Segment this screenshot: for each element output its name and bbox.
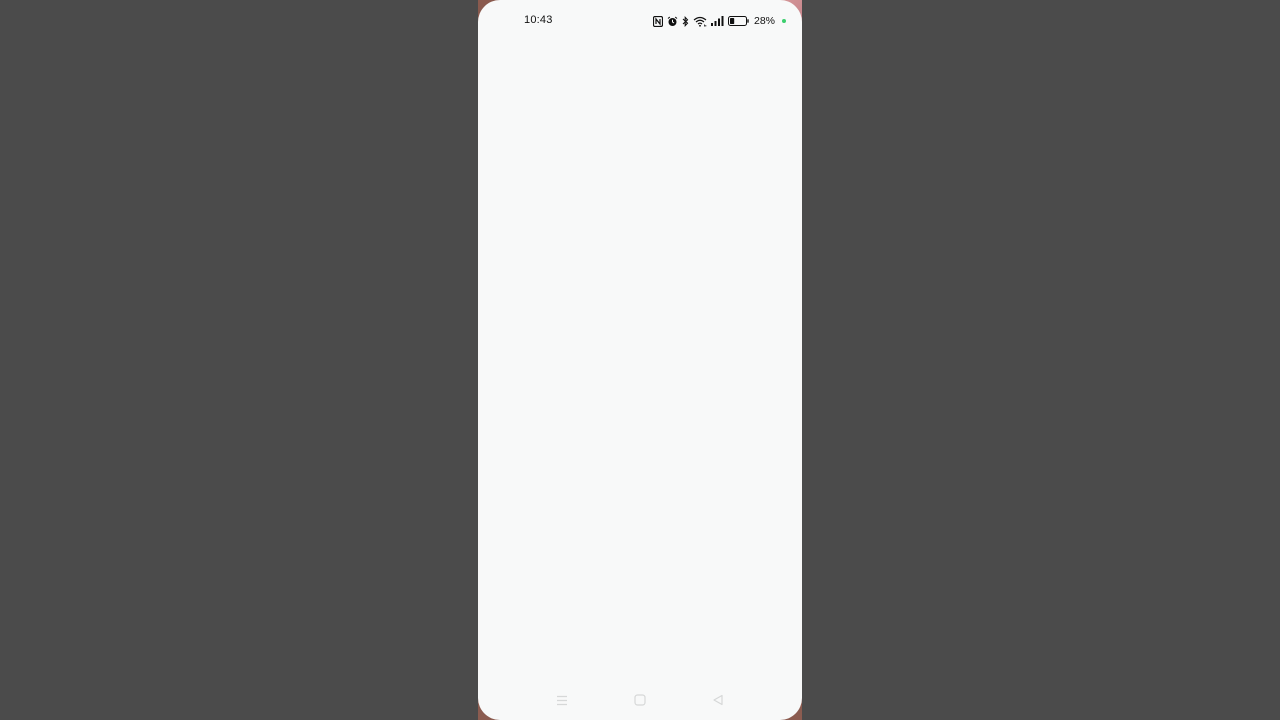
battery-percent: 28% <box>753 15 775 27</box>
signal-icon <box>710 16 724 26</box>
status-bar: 10:43 28% <box>478 0 802 42</box>
nfc-icon <box>652 15 663 27</box>
menu-button[interactable] <box>553 691 571 709</box>
phone-screen: 10:43 28% <box>478 0 802 720</box>
privacy-indicator-dot <box>782 19 786 23</box>
bluetooth-icon <box>682 15 689 27</box>
status-icons: 28% <box>652 14 786 28</box>
back-button[interactable] <box>709 691 727 709</box>
stage: 10:43 28% <box>0 0 1280 720</box>
battery-icon <box>727 16 749 26</box>
home-button[interactable] <box>631 691 649 709</box>
wifi-icon <box>693 16 707 27</box>
blank-content-area <box>478 42 802 682</box>
status-time: 10:43 <box>524 14 553 26</box>
back-icon <box>713 694 723 706</box>
navigation-bar <box>478 690 802 710</box>
home-icon <box>634 694 646 706</box>
menu-icon <box>557 695 567 705</box>
alarm-icon <box>667 16 678 27</box>
